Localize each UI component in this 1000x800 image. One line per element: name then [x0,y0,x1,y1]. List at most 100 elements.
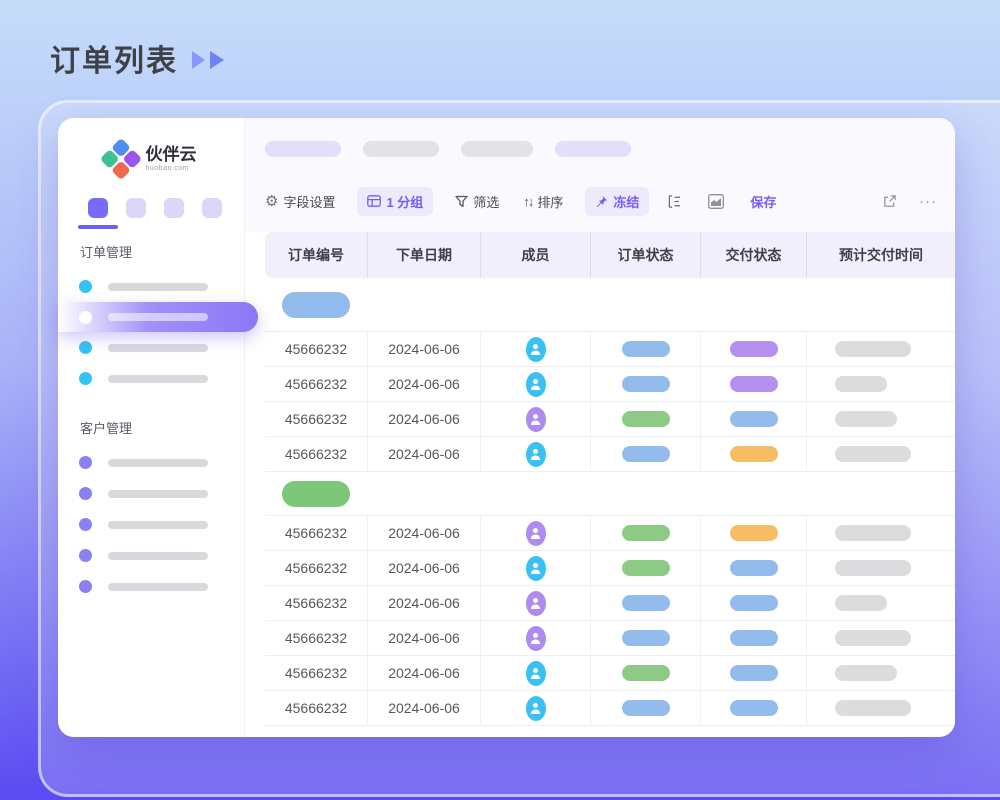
order-date-cell[interactable]: 2024-06-06 [367,516,480,550]
order-status-cell[interactable] [590,332,700,366]
view-tab-pill[interactable] [265,141,341,157]
filter-label: 筛选 [473,192,499,211]
funnel-icon [455,195,468,208]
order-status-cell[interactable] [590,367,700,401]
filter-button[interactable]: 筛选 [455,192,499,211]
delivery-status-cell[interactable] [700,437,806,471]
order-date-cell[interactable]: 2024-06-06 [367,621,480,655]
delivery-status-cell[interactable] [700,516,806,550]
sidebar-menu-item[interactable] [58,302,258,332]
delivery-status-cell[interactable] [700,691,806,725]
order-status-cell[interactable] [590,437,700,471]
order-date-cell[interactable]: 2024-06-06 [367,656,480,690]
order-status-cell[interactable] [590,516,700,550]
member-cell[interactable] [480,367,590,401]
sidebar-view-tab[interactable] [202,198,222,218]
eta-cell[interactable] [806,437,955,471]
sidebar-menu-item[interactable] [58,571,244,602]
member-cell[interactable] [480,656,590,690]
order-no-cell[interactable]: 45666232 [265,367,367,401]
eta-cell[interactable] [806,367,955,401]
column-header[interactable]: 订单状态 [590,232,700,278]
group-header-row[interactable] [265,278,955,332]
order-no-cell[interactable]: 45666232 [265,656,367,690]
order-no-cell[interactable]: 45666232 [265,551,367,585]
grouping-button[interactable]: 1 分组 [357,187,433,216]
order-status-cell[interactable] [590,691,700,725]
column-header[interactable]: 订单编号 [265,232,367,278]
save-button[interactable]: 保存 [750,192,776,211]
order-date-cell[interactable]: 2024-06-06 [367,367,480,401]
order-status-cell[interactable] [590,402,700,436]
column-header[interactable]: 交付状态 [700,232,806,278]
sidebar-menu-item[interactable] [58,271,244,302]
member-cell[interactable] [480,332,590,366]
freeze-button[interactable]: 冻结 [585,187,649,216]
delivery-status-cell[interactable] [700,586,806,620]
order-date-cell[interactable]: 2024-06-06 [367,437,480,471]
sort-button[interactable]: ↑↓ 排序 [523,192,563,211]
field-settings-button[interactable]: ⚙ 字段设置 [265,192,335,211]
sidebar-menu-item[interactable] [58,509,244,540]
order-status-cell[interactable] [590,656,700,690]
eta-cell[interactable] [806,402,955,436]
delivery-status-cell[interactable] [700,367,806,401]
group-header-row[interactable] [265,472,955,516]
eta-cell[interactable] [806,586,955,620]
order-date-cell[interactable]: 2024-06-06 [367,691,480,725]
delivery-status-cell[interactable] [700,402,806,436]
member-cell[interactable] [480,691,590,725]
view-tab-pill[interactable] [461,141,533,157]
sidebar-view-tab[interactable] [88,198,108,218]
delivery-status-cell[interactable] [700,621,806,655]
order-status-pill [622,560,670,576]
view-tab-pill[interactable] [363,141,439,157]
eta-cell[interactable] [806,516,955,550]
member-cell[interactable] [480,402,590,436]
delivery-status-cell[interactable] [700,551,806,585]
order-no-cell[interactable]: 45666232 [265,621,367,655]
order-no-cell[interactable]: 45666232 [265,332,367,366]
column-header[interactable]: 下单日期 [367,232,480,278]
share-button[interactable] [882,194,897,209]
eta-cell[interactable] [806,551,955,585]
order-status-cell[interactable] [590,551,700,585]
sidebar-view-tab[interactable] [126,198,146,218]
row-height-button[interactable] [667,194,682,209]
delivery-status-cell[interactable] [700,656,806,690]
order-no-cell[interactable]: 45666232 [265,691,367,725]
more-button[interactable]: ··· [919,193,937,210]
column-header[interactable]: 预计交付时间 [806,232,955,278]
sidebar-view-tab[interactable] [164,198,184,218]
member-cell[interactable] [480,586,590,620]
order-date-cell[interactable]: 2024-06-06 [367,402,480,436]
chart-view-button[interactable] [708,194,724,209]
sidebar-menu-item[interactable] [58,540,244,571]
order-date-cell[interactable]: 2024-06-06 [367,586,480,620]
member-cell[interactable] [480,551,590,585]
order-no-cell[interactable]: 45666232 [265,402,367,436]
order-no-cell[interactable]: 45666232 [265,516,367,550]
sidebar-menu-item[interactable] [58,447,244,478]
sidebar-menu-item[interactable] [58,332,244,363]
order-status-cell[interactable] [590,621,700,655]
member-cell[interactable] [480,516,590,550]
order-no-cell[interactable]: 45666232 [265,437,367,471]
menu-item-placeholder-bar [108,490,208,498]
sidebar-menu-item[interactable] [58,478,244,509]
column-header[interactable]: 成员 [480,232,590,278]
sidebar-menu-item[interactable] [58,363,244,394]
order-status-cell[interactable] [590,586,700,620]
delivery-status-cell[interactable] [700,332,806,366]
view-tab-pill[interactable] [555,141,631,157]
eta-cell[interactable] [806,691,955,725]
eta-cell[interactable] [806,332,955,366]
order-no-cell[interactable]: 45666232 [265,586,367,620]
eta-cell[interactable] [806,656,955,690]
member-cell[interactable] [480,621,590,655]
order-date-cell[interactable]: 2024-06-06 [367,332,480,366]
order-date-cell[interactable]: 2024-06-06 [367,551,480,585]
member-cell[interactable] [480,437,590,471]
table-row: 456662322024-06-06 [265,332,955,367]
eta-cell[interactable] [806,621,955,655]
